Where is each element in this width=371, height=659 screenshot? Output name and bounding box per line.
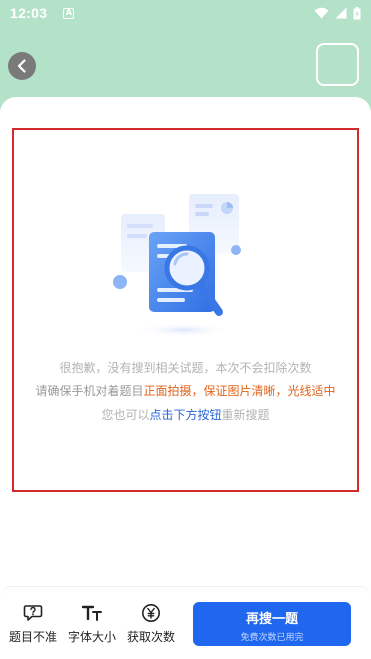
- status-bar: 12:03 A: [0, 0, 371, 26]
- no-result-message: 很抱歉，没有搜到相关试题，本次不会扣除次数: [59, 361, 312, 375]
- report-inaccurate-button[interactable]: 题目不准: [5, 603, 61, 645]
- free-count-used-up-label: 免费次数已用完: [240, 633, 304, 643]
- font-size-label: 字体大小: [67, 630, 116, 644]
- retry-tip-prefix: 您也可以: [101, 408, 150, 422]
- back-button[interactable]: [8, 52, 36, 80]
- retry-tip-highlight: 点击下方按钮: [149, 408, 222, 422]
- retry-tip-suffix: 重新搜题: [221, 408, 270, 422]
- signal-icon: [335, 7, 347, 19]
- get-count-label: 获取次数: [126, 630, 175, 644]
- get-count-button[interactable]: 获取次数: [123, 603, 179, 645]
- status-time: 12:03: [10, 5, 48, 21]
- bottom-toolbar: 题目不准 字体大小 获取次数 再搜一题 免费次数已用完: [0, 586, 371, 659]
- battery-icon: [353, 6, 361, 19]
- search-again-button[interactable]: 再搜一题 免费次数已用完: [193, 602, 351, 646]
- photo-tip-prefix: 请确保手机对着题目: [35, 384, 144, 398]
- font-size-icon: [81, 605, 102, 621]
- photo-tip-highlight: 正面拍摄，保证图片清晰，光线适中: [143, 384, 336, 398]
- no-result-illustration: [113, 194, 241, 337]
- camera-frame-button[interactable]: [316, 43, 359, 86]
- retry-tip-message: 您也可以点击下方按钮重新搜题: [12, 406, 359, 423]
- status-icons: [314, 6, 361, 20]
- font-size-button[interactable]: 字体大小: [64, 603, 120, 645]
- photo-tip-message: 请确保手机对着题目正面拍摄，保证图片清晰，光线适中: [12, 382, 359, 399]
- report-inaccurate-label: 题目不准: [8, 630, 57, 644]
- wifi-icon: [314, 7, 329, 19]
- search-again-label: 再搜一题: [245, 612, 298, 627]
- yen-coin-icon: [142, 604, 160, 622]
- chevron-left-icon: [17, 59, 26, 73]
- question-bubble-icon: [23, 605, 43, 621]
- app-notification-icon: A: [63, 7, 75, 19]
